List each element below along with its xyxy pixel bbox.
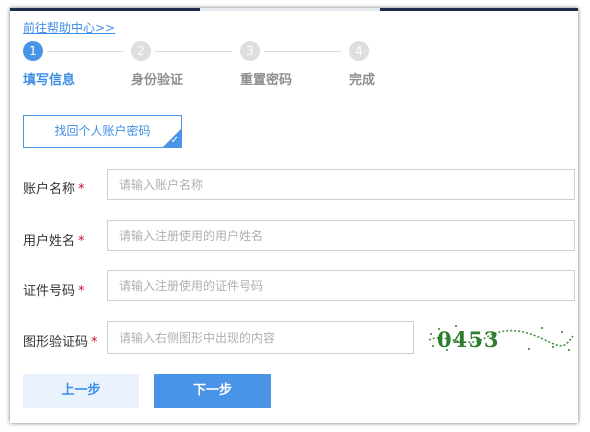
required-asterisk: * — [78, 234, 85, 249]
step-connector — [155, 51, 232, 52]
help-center-link[interactable]: 前往帮助中心>> — [23, 19, 115, 36]
tab-label: 找回个人账户密码 — [54, 124, 151, 138]
user-name-label: 用户姓名 * — [23, 234, 85, 249]
top-bar-segment — [380, 8, 578, 11]
user-name-input[interactable] — [107, 220, 575, 251]
step-3-label: 重置密码 — [240, 73, 293, 88]
step-2-circle: 2 — [131, 41, 151, 61]
tab-personal-account[interactable]: 找回个人账户密码 ✓ — [23, 115, 182, 148]
top-bar-segment — [10, 8, 200, 11]
captcha-text: 0453 — [437, 327, 499, 352]
captcha-input[interactable] — [107, 321, 414, 354]
previous-step-button[interactable]: 上一步 — [23, 374, 139, 408]
id-number-label: 证件号码 * — [23, 284, 85, 299]
required-asterisk: * — [78, 284, 85, 299]
top-bar-segment — [200, 8, 380, 11]
account-name-input[interactable] — [107, 169, 575, 200]
step-connector — [264, 51, 341, 52]
step-4-label: 完成 — [349, 73, 376, 88]
step-connector — [47, 51, 124, 52]
step-3-circle: 3 — [240, 41, 260, 61]
step-1-label: 填写信息 — [23, 73, 76, 88]
checkmark-icon: ✓ — [170, 135, 179, 146]
id-number-input[interactable] — [107, 270, 575, 301]
step-2-label: 身份验证 — [131, 73, 184, 88]
required-asterisk: * — [91, 335, 98, 350]
captcha-image[interactable]: 0453 — [425, 320, 575, 356]
next-step-button[interactable]: 下一步 — [154, 374, 271, 408]
required-asterisk: * — [78, 182, 85, 197]
step-4-circle: 4 — [349, 41, 369, 61]
account-name-label: 账户名称 * — [23, 182, 85, 197]
step-1-circle: 1 — [23, 41, 43, 61]
captcha-label: 图形验证码 * — [23, 335, 98, 350]
reset-password-dialog: 前往帮助中心>> 1 2 3 4 填写信息 身份验证 重置密码 完成 找回个人账… — [10, 8, 578, 423]
